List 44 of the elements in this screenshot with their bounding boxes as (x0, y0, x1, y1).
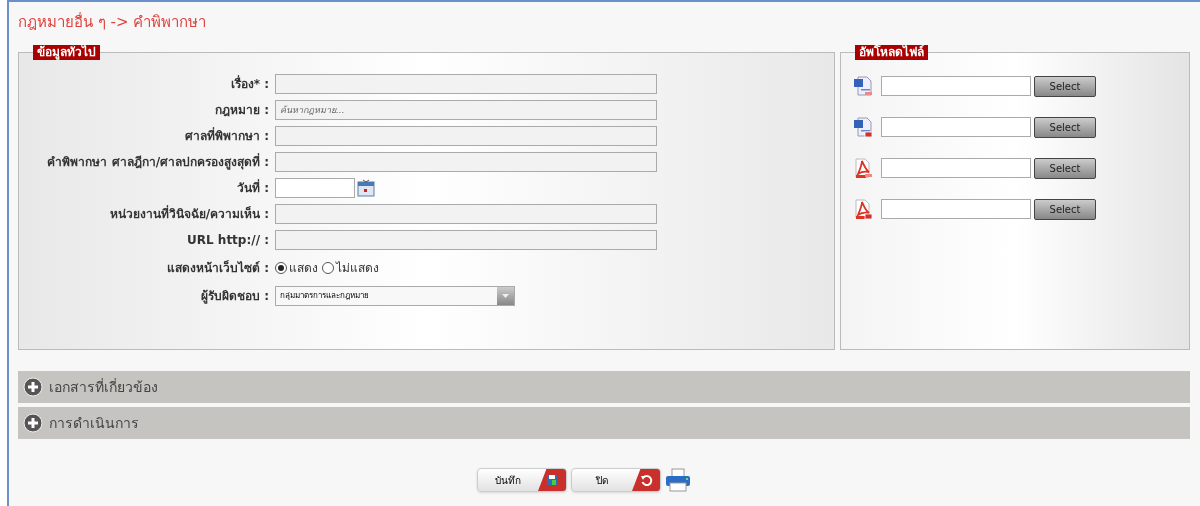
radio-option[interactable]: ไม่แสดง (322, 259, 379, 277)
field-label: แสดงหน้าเว็บไซต์ : (166, 259, 270, 277)
select-button[interactable]: Select (1034, 75, 1096, 97)
calendar-icon[interactable] (357, 179, 375, 197)
panel-legend: อัพโหลดไฟล์ (855, 45, 928, 60)
text-field[interactable]: ค้นหากฎหมาย... (275, 100, 657, 120)
text-field[interactable] (275, 152, 657, 172)
file-path-field[interactable] (881, 158, 1031, 178)
file-path-field[interactable] (881, 76, 1031, 96)
breadcrumb-title: กฎหมายอื่น ๆ -> คำพิพากษา (18, 11, 207, 33)
save-button[interactable]: บันทึก (477, 468, 567, 492)
undo-icon (639, 473, 653, 487)
section-header[interactable]: เอกสารที่เกี่ยวข้อง (18, 371, 1190, 403)
field-label: วันที่ : (236, 179, 270, 197)
pdf-file-icon (853, 157, 873, 179)
pdf-file-icon (853, 198, 873, 220)
field-label: ผู้รับผิดชอบ : (200, 288, 270, 305)
file-path-field[interactable] (881, 199, 1031, 219)
text-field[interactable] (275, 74, 657, 94)
file-path-field[interactable] (881, 117, 1031, 137)
printer-icon[interactable] (665, 468, 691, 492)
word-file-icon (853, 75, 873, 97)
plus-icon (23, 377, 43, 397)
select-button[interactable]: Select (1034, 116, 1096, 138)
text-field[interactable] (275, 230, 657, 250)
field-label: ศาลที่พิพากษา : (184, 127, 270, 145)
field-label: กฎหมาย : (214, 102, 270, 119)
caret-icon (502, 294, 509, 298)
dropdown[interactable]: กลุ่มมาตรการและกฎหมาย (275, 286, 515, 306)
section-header[interactable]: การดำเนินการ (18, 407, 1190, 439)
select-button[interactable]: Select (1034, 198, 1096, 220)
field-label: หน่วยงานที่วินิจฉัย/ความเห็น : (108, 205, 270, 223)
text-field[interactable] (275, 204, 657, 224)
text-field[interactable] (275, 126, 657, 146)
select-button[interactable]: Select (1034, 157, 1096, 179)
plus-icon (23, 413, 43, 433)
close-button[interactable]: ปิด (571, 468, 661, 492)
field-label: คำพิพากษา ศาลฎีกา/ศาลปกครองสูงสุดที่ : (46, 153, 270, 171)
radio-option[interactable]: แสดง (275, 259, 318, 277)
panel-legend: ข้อมูลทั่วไป (33, 45, 100, 60)
date-field[interactable] (275, 178, 355, 198)
field-label: URL http:// : (186, 232, 270, 249)
word-file-icon (853, 116, 873, 138)
field-label: เรื่อง* : (229, 75, 270, 93)
